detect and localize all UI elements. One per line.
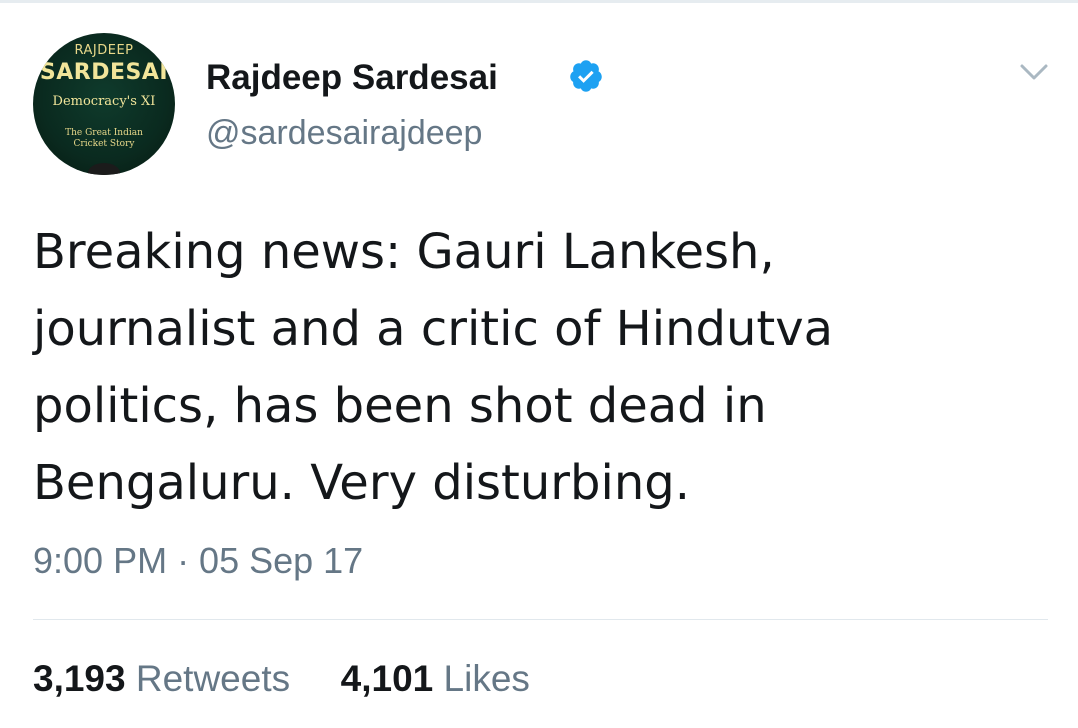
tweet-line: politics, has been shot dead in	[33, 378, 767, 434]
avatar-text-top: RAJDEEP	[74, 43, 134, 58]
retweets-stat[interactable]: 3,193 Retweets	[33, 658, 300, 699]
avatar-figure	[88, 163, 120, 175]
tweet-text: Breaking news: Gauri Lankesh, journalist…	[33, 214, 1033, 522]
display-name[interactable]: Rajdeep Sardesai	[206, 58, 498, 98]
retweets-count: 3,193	[33, 658, 126, 699]
avatar-subtitle-line-1: The Great Indian	[65, 128, 143, 138]
likes-stat[interactable]: 4,101 Likes	[341, 658, 530, 699]
top-border	[0, 0, 1078, 3]
avatar[interactable]: RAJDEEP SARDESAI Democracy's XI The Grea…	[33, 33, 175, 175]
retweets-label: Retweets	[135, 658, 291, 699]
verified-badge-icon	[570, 60, 602, 92]
avatar-text-book-title: Democracy's XI	[52, 94, 156, 109]
chevron-down-icon[interactable]	[1017, 60, 1051, 84]
tweet-stats: 3,193 Retweets 4,101 Likes	[33, 658, 530, 700]
tweet-line: Bengaluru. Very disturbing.	[33, 455, 690, 511]
user-handle[interactable]: @sardesairajdeep	[206, 114, 482, 153]
likes-label: Likes	[443, 658, 530, 699]
divider	[33, 619, 1048, 620]
avatar-subtitle-line-2: Cricket Story	[73, 139, 135, 149]
avatar-text-name: SARDESAI	[39, 60, 169, 85]
tweet-line: Breaking news: Gauri Lankesh,	[33, 224, 775, 280]
tweet-timestamp[interactable]: 9:00 PM · 05 Sep 17	[33, 540, 363, 582]
likes-count: 4,101	[340, 658, 434, 699]
tweet-line: journalist and a critic of Hindutva	[33, 301, 834, 357]
avatar-text-subtitle: The Great Indian Cricket Story	[33, 128, 175, 150]
